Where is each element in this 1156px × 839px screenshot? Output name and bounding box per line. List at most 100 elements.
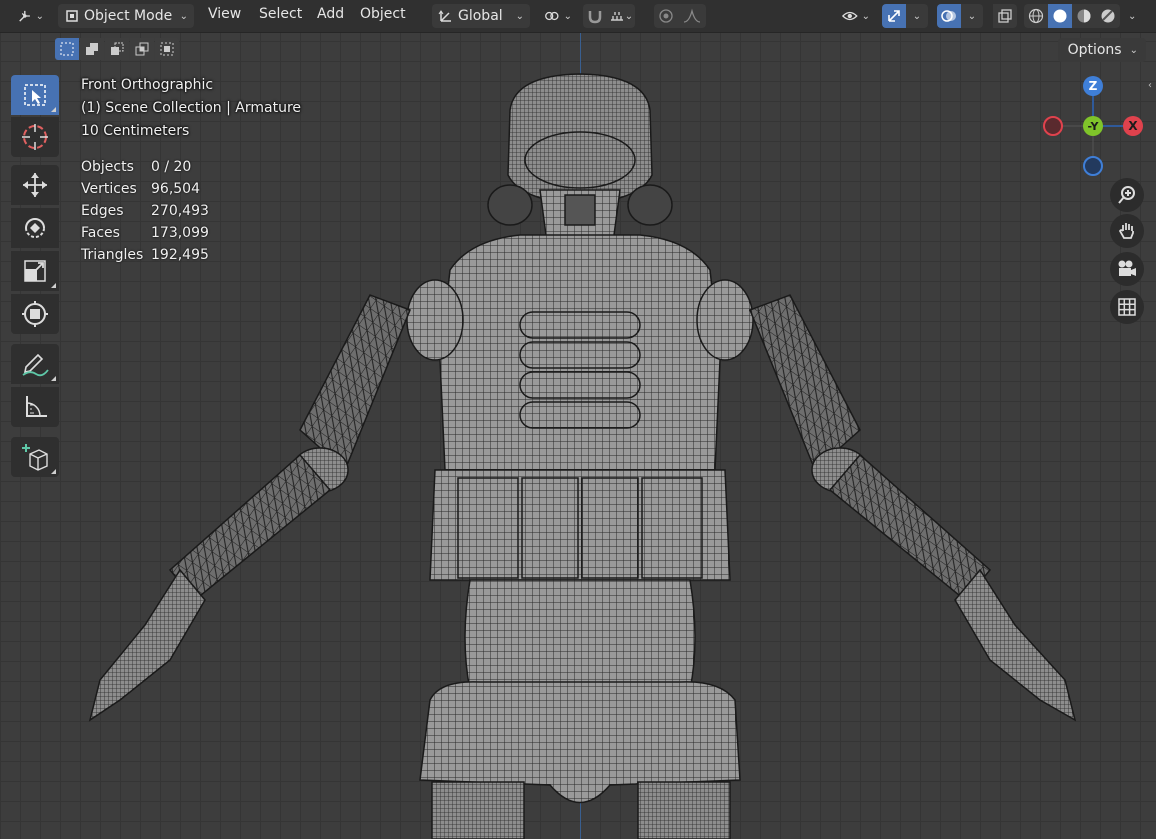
stat-value: 192,495	[151, 247, 209, 263]
wireframe-sphere-icon	[1028, 8, 1044, 24]
tool-add-cube[interactable]	[11, 437, 59, 477]
camera-view-button[interactable]	[1110, 252, 1144, 286]
material-sphere-icon	[1077, 9, 1091, 23]
visor	[524, 131, 636, 189]
shading-solid-button[interactable]	[1048, 4, 1072, 28]
stat-label: Objects	[81, 159, 134, 175]
orientation-icon	[438, 10, 451, 22]
camera-icon	[1118, 260, 1136, 276]
eye-visibility-icon	[842, 11, 858, 21]
zoom-button[interactable]	[1110, 178, 1144, 212]
solid-sphere-icon	[1053, 9, 1067, 23]
pan-button[interactable]	[1110, 214, 1144, 248]
overlays-dropdown[interactable]: ⌄	[961, 4, 983, 28]
options-dropdown[interactable]: Options ⌄	[1057, 38, 1146, 62]
chevron-down-icon: ⌄	[912, 10, 922, 22]
falloff-dropdown[interactable]	[678, 4, 706, 28]
select-new-icon	[60, 42, 74, 56]
rotate-icon	[25, 218, 45, 238]
tool-transform[interactable]	[11, 294, 59, 334]
select-box-icon	[24, 84, 46, 106]
axis-z-button[interactable]: Z	[1083, 76, 1103, 96]
gizmo-toggle[interactable]	[882, 4, 906, 28]
add-cube-icon	[22, 444, 48, 471]
tool-variants-indicator	[51, 376, 56, 381]
xray-icon	[998, 9, 1012, 23]
select-extend-icon	[86, 43, 98, 55]
select-intersect-icon	[160, 42, 174, 56]
right-forearm	[828, 453, 992, 602]
snap-increment-icon	[610, 12, 623, 21]
visibility-dropdown[interactable]: ⌄	[836, 4, 876, 28]
tool-scale[interactable]	[11, 251, 59, 291]
rendered-sphere-icon	[1101, 9, 1115, 23]
xray-toggle[interactable]	[993, 4, 1017, 28]
axis-x-button[interactable]: X	[1123, 116, 1143, 136]
axis-neg-z-button[interactable]	[1083, 156, 1103, 176]
pivot-point-dropdown[interactable]: ⌄	[538, 4, 578, 28]
chevron-down-icon: ⌄	[35, 10, 44, 22]
gizmo-dropdown[interactable]: ⌄	[906, 4, 928, 28]
sidebar-toggle-arrow[interactable]: ‹	[1148, 80, 1156, 102]
cursor-icon	[22, 124, 48, 150]
snap-target-dropdown[interactable]: ⌄	[607, 4, 635, 28]
select-set-button[interactable]	[55, 38, 79, 60]
stat-label: Edges	[81, 203, 124, 219]
snap-toggle[interactable]	[583, 4, 607, 28]
shading-rendered-button[interactable]	[1096, 4, 1120, 28]
view-name-label: Front Orthographic	[81, 77, 214, 93]
tool-variants-indicator	[51, 469, 56, 474]
scale-icon	[24, 260, 46, 282]
select-intersect-button[interactable]	[155, 38, 179, 60]
axis-neg-y-button[interactable]: -Y	[1083, 116, 1103, 136]
options-label: Options	[1067, 42, 1122, 58]
chevron-down-icon: ⌄	[1129, 44, 1138, 56]
editor-type-button[interactable]: ⌄	[12, 4, 50, 28]
gizmo-arrows-icon	[888, 10, 900, 22]
chevron-down-icon: ⌄	[624, 10, 634, 22]
collection-label: (1) Scene Collection | Armature	[81, 100, 302, 116]
stat-value: 173,099	[151, 225, 209, 241]
tool-move[interactable]	[11, 165, 59, 205]
transform-orientation-dropdown[interactable]: Global ⌄	[432, 4, 530, 28]
proportional-edit-toggle[interactable]	[654, 4, 678, 28]
tool-rotate[interactable]	[11, 208, 59, 248]
right-hand	[954, 568, 1077, 722]
chevron-down-icon: ⌄	[1128, 10, 1137, 22]
select-subtract-button[interactable]	[105, 38, 129, 60]
viewport-header: ⌄ Object Mode ⌄ View Select Add Object G…	[0, 0, 1156, 33]
shading-wireframe-button[interactable]	[1024, 4, 1048, 28]
tool-measure[interactable]	[11, 387, 59, 427]
shading-dropdown[interactable]: ⌄	[1122, 4, 1144, 28]
orientation-label: Global	[458, 8, 503, 24]
chevron-down-icon: ⌄	[179, 10, 188, 22]
right-upper-arm	[749, 294, 861, 472]
menu-object[interactable]: Object	[360, 6, 406, 22]
tool-annotate[interactable]	[11, 344, 59, 384]
menu-view[interactable]: View	[208, 6, 241, 22]
axis-editor-icon	[19, 10, 30, 22]
stat-label: Triangles	[81, 247, 144, 263]
transform-icon	[22, 301, 48, 327]
menu-add[interactable]: Add	[317, 6, 344, 22]
proportional-edit-icon	[659, 9, 673, 23]
mode-dropdown[interactable]: Object Mode ⌄	[58, 4, 194, 28]
chevron-down-icon: ⌄	[515, 10, 524, 22]
axis-neg-x-button[interactable]	[1043, 116, 1063, 136]
select-mode-group	[55, 38, 180, 60]
overlays-toggle[interactable]	[937, 4, 961, 28]
select-invert-icon	[135, 42, 149, 56]
chevron-down-icon: ⌄	[563, 10, 572, 22]
tool-cursor[interactable]	[11, 117, 59, 157]
select-extend-button[interactable]	[80, 38, 104, 60]
magnet-icon	[588, 11, 602, 24]
select-invert-button[interactable]	[130, 38, 154, 60]
ortho-toggle-button[interactable]	[1110, 290, 1144, 324]
mode-label: Object Mode	[84, 8, 173, 24]
tool-select-box[interactable]	[11, 75, 59, 115]
menu-select[interactable]: Select	[259, 6, 302, 22]
left-upper-arm	[299, 294, 411, 472]
stat-label: Faces	[81, 225, 120, 241]
stat-value: 0 / 20	[151, 159, 192, 175]
shading-material-button[interactable]	[1072, 4, 1096, 28]
